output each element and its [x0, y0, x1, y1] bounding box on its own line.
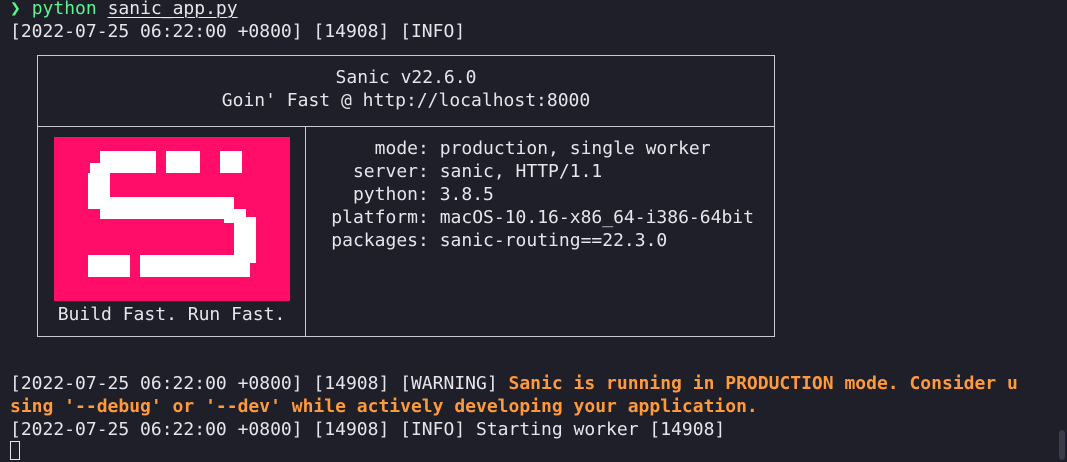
log-line-warning: [2022-07-25 06:22:00 +0800] [14908] [WAR… [10, 372, 1018, 395]
info-key: python [352, 184, 418, 205]
sanic-logo-icon [54, 137, 290, 301]
warning-message-line1: Sanic is running in PRODUCTION mode. Con… [508, 373, 1018, 394]
log-line-starting-worker: [2022-07-25 06:22:00 +0800] [14908] [INF… [10, 419, 726, 440]
info-value: sanic-routing==22.3.0 [439, 230, 668, 251]
info-row-platform: platform: macOS-10.16-x86_64-i386-64bit [306, 206, 774, 229]
command-argument[interactable]: sanic_app.py [108, 0, 238, 19]
banner-subtitle: Goin' Fast @ http://localhost:8000 [221, 90, 591, 111]
info-row-packages: packages: sanic-routing==22.3.0 [306, 229, 774, 252]
terminal-cursor[interactable] [10, 441, 20, 460]
info-row-python: python: 3.8.5 [306, 183, 774, 206]
info-row-mode: mode: production, single worker [306, 137, 774, 160]
banner-title: Sanic v22.6.0 [335, 67, 477, 88]
info-value: 3.8.5 [439, 184, 494, 205]
warning-prefix: [2022-07-25 06:22:00 +0800] [14908] [WAR… [10, 373, 509, 394]
prompt-arrow-icon: ❯ [10, 0, 21, 19]
info-key: server [352, 161, 418, 182]
banner-tagline: Build Fast. Run Fast. [57, 304, 286, 325]
banner-info-panel: mode: production, single worker server: … [306, 127, 774, 336]
info-key: mode [374, 138, 418, 159]
info-value: production, single worker [439, 138, 711, 159]
banner-logo-panel: Build Fast. Run Fast. [38, 127, 306, 336]
info-key: platform [331, 207, 418, 228]
terminal-scrollbar[interactable] [1059, 430, 1065, 460]
command-line: ❯ python sanic_app.py [10, 0, 238, 20]
warning-message-line2: sing '--debug' or '--dev' while actively… [10, 396, 758, 417]
info-value: macOS-10.16-x86_64-i386-64bit [439, 207, 754, 228]
command-name: python [31, 0, 97, 19]
info-key: packages [331, 230, 418, 251]
log-line-info: [2022-07-25 06:22:00 +0800] [14908] [INF… [10, 21, 466, 42]
banner-header: Sanic v22.6.0 Goin' Fast @ http://localh… [38, 56, 774, 127]
info-value: sanic, HTTP/1.1 [439, 161, 603, 182]
terminal-window[interactable]: ❯ python sanic_app.py [2022-07-25 06:22:… [0, 0, 1067, 462]
info-row-server: server: sanic, HTTP/1.1 [306, 160, 774, 183]
sanic-banner: Sanic v22.6.0 Goin' Fast @ http://localh… [37, 55, 775, 337]
